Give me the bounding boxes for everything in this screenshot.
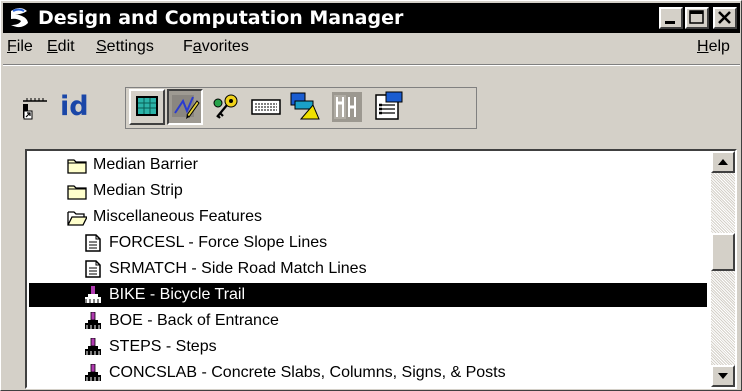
brush-icon [83,311,103,330]
app-logo-icon [7,5,33,31]
folder-closed-icon [67,182,87,200]
toolbar: id [3,71,740,141]
scroll-thumb[interactable] [711,233,735,271]
tree-item-srmatch[interactable]: SRMATCH - Side Road Match Lines [83,257,707,281]
tree-item-median-barrier[interactable]: Median Barrier [67,153,707,177]
vertical-scrollbar[interactable] [711,151,735,387]
shapes-icon [290,92,320,120]
tree-item-forcesl[interactable]: FORCESL - Force Slope Lines [83,231,707,255]
pencil-icon [172,95,200,119]
brush-icon [83,337,103,356]
menu-edit[interactable]: Edit [47,38,75,56]
maximize-icon [689,10,704,24]
close-button[interactable] [713,7,737,29]
title-bar[interactable]: Design and Computation Manager [3,3,740,33]
folder-open-icon [67,208,89,226]
document-icon [83,260,103,278]
close-icon [718,11,731,24]
tree-item-steps[interactable]: STEPS - Steps [83,335,707,359]
key-icon [213,94,238,119]
brush-icon [83,363,103,382]
tree-item-median-strip[interactable]: Median Strip [67,179,707,203]
minimize-icon [665,21,675,24]
id-label[interactable]: id [60,91,89,122]
window-title: Design and Computation Manager [38,7,404,29]
folder-closed-icon [67,156,87,174]
scroll-up-button[interactable] [711,151,735,173]
maximize-button[interactable] [685,7,709,29]
tools-tool-button[interactable] [329,89,365,125]
tree-item-miscellaneous-features[interactable]: Miscellaneous Features [67,205,707,229]
menu-separator [3,64,740,66]
pencil-tool-button[interactable] [167,89,203,125]
menu-favorites[interactable]: Favorites [183,38,249,56]
arrow-down-icon [718,373,728,379]
menu-help[interactable]: Help [697,38,730,56]
menu-file[interactable]: File [7,38,33,56]
arrow-up-icon [718,159,728,165]
brush-icon [83,286,103,304]
tree-item-bike[interactable]: BIKE - Bicycle Trail [29,283,707,307]
properties-icon [375,91,403,120]
keyboard-icon [251,99,281,115]
minimize-button[interactable] [659,7,683,29]
keyboard-tool-button[interactable] [248,89,284,125]
monitor-tool-button[interactable] [129,89,165,125]
monitor-icon [136,96,158,116]
menu-bar: File Edit Settings Favorites Help [3,35,740,61]
tree-item-concslab[interactable]: CONCSLAB - Concrete Slabs, Columns, Sign… [83,361,707,385]
shapes-tool-button[interactable] [287,89,323,125]
feature-tree[interactable]: Median Barrier Median Strip Miscellaneou… [25,149,737,389]
menu-settings[interactable]: Settings [96,38,154,56]
dock-icon [23,98,47,120]
tools-icon [332,92,362,122]
dock-button[interactable] [17,89,53,125]
scroll-down-button[interactable] [711,365,735,387]
key-tool-button[interactable] [209,89,245,125]
properties-tool-button[interactable] [371,89,407,125]
tree-item-boe[interactable]: BOE - Back of Entrance [83,309,707,333]
app-window: Design and Computation Manager File Edit… [0,0,742,391]
document-icon [83,234,103,252]
